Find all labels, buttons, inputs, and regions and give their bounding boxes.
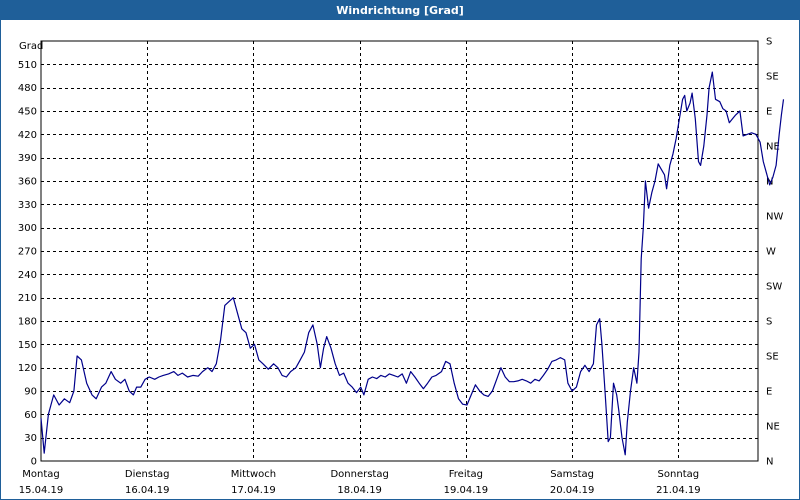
right-axis-label: SE bbox=[766, 352, 779, 363]
y-tick-label: 30 bbox=[24, 433, 37, 444]
chart-window: Windrichtung [Grad] 0 30 60 90 120 150 180 210 2… bbox=[0, 0, 800, 500]
right-axis-label: N bbox=[766, 457, 773, 468]
right-axis-label: S bbox=[766, 317, 772, 328]
y-tick-label: 480 bbox=[18, 83, 37, 94]
right-axis-label: SW bbox=[766, 282, 782, 293]
x-tick-date: 17.04.19 bbox=[231, 485, 276, 496]
right-axis-label: E bbox=[766, 107, 772, 118]
y-tick-label: 0 bbox=[31, 457, 37, 468]
x-tick-day: Montag bbox=[22, 469, 59, 480]
right-axis-label: NW bbox=[766, 212, 783, 223]
y-axis-label: Grad bbox=[19, 41, 43, 52]
y-tick-label: 510 bbox=[18, 60, 37, 71]
right-axis-label: SE bbox=[766, 72, 779, 83]
series-layer bbox=[40, 71, 785, 456]
plot-frame bbox=[40, 40, 759, 462]
x-tick-day: Mittwoch bbox=[231, 469, 276, 480]
x-tick-date: 21.04.19 bbox=[656, 485, 701, 496]
x-tick-day: Samstag bbox=[550, 469, 594, 480]
right-axis-label: NE bbox=[766, 422, 780, 433]
x-tick-day: Dienstag bbox=[125, 469, 170, 480]
x-tick-date: 15.04.19 bbox=[19, 485, 64, 496]
x-tick-date: 16.04.19 bbox=[125, 485, 170, 496]
x-tick-day: Freitag bbox=[449, 469, 483, 480]
right-axis-label: W bbox=[766, 247, 776, 258]
x-tick-date: 20.04.19 bbox=[550, 485, 595, 496]
x-tick-day: Sonntag bbox=[658, 469, 700, 480]
x-tick-day: Donnerstag bbox=[330, 469, 388, 480]
y-tick-label: 270 bbox=[18, 247, 37, 258]
y-tick-label: 450 bbox=[18, 107, 37, 118]
y-tick-label: 300 bbox=[18, 223, 37, 234]
axis-layer: 0 30 60 90 120 150 180 210 240 270 300 330 360 390 420… bbox=[18, 37, 784, 497]
y-tick-label: 240 bbox=[18, 270, 37, 281]
y-tick-label: 360 bbox=[18, 177, 37, 188]
y-tick-label: 90 bbox=[24, 387, 37, 398]
series-line bbox=[40, 71, 785, 456]
x-tick-date: 18.04.19 bbox=[337, 485, 382, 496]
y-tick-label: 150 bbox=[18, 340, 37, 351]
wind-direction-chart: 0 30 60 90 120 150 180 210 240 270 300 330 360 390 420… bbox=[18, 37, 785, 497]
y-tick-label: 330 bbox=[18, 200, 37, 211]
y-tick-label: 60 bbox=[24, 410, 37, 421]
y-tick-label: 180 bbox=[18, 317, 37, 328]
grid-layer bbox=[41, 41, 758, 461]
x-tick-date: 19.04.19 bbox=[444, 485, 489, 496]
y-tick-label: 120 bbox=[18, 363, 37, 374]
y-tick-label: 210 bbox=[18, 293, 37, 304]
right-axis-label: S bbox=[766, 37, 772, 48]
y-tick-label: 420 bbox=[18, 130, 37, 141]
right-axis-label: E bbox=[766, 387, 772, 398]
y-tick-label: 390 bbox=[18, 153, 37, 164]
